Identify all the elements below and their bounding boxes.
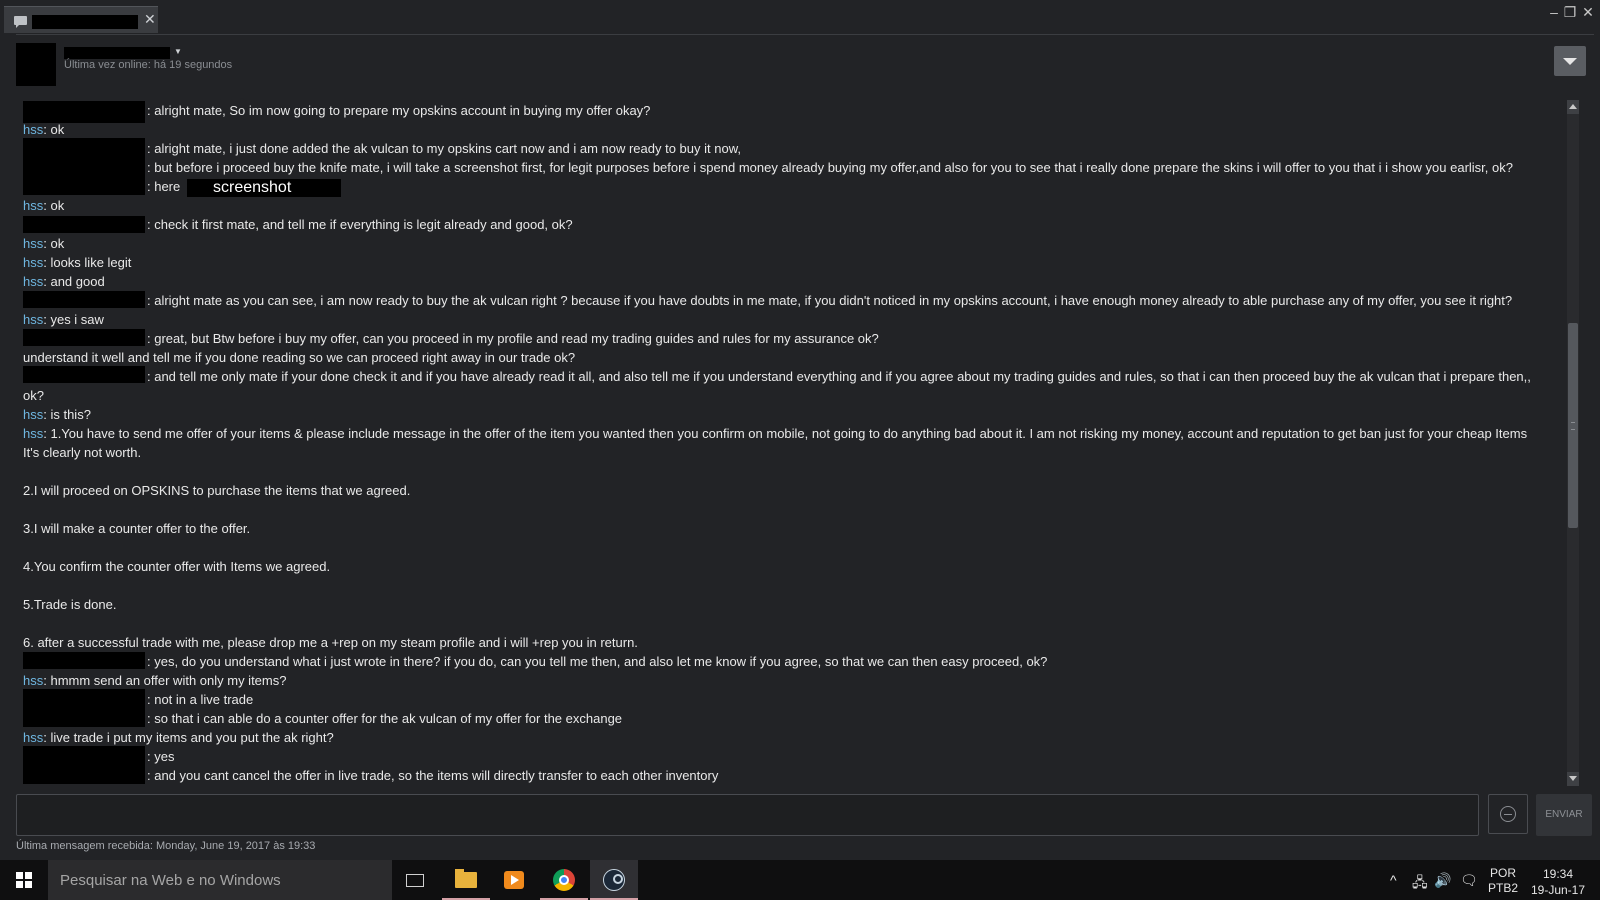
redacted-sender <box>23 101 145 123</box>
volume-icon[interactable]: 🔊 <box>1434 872 1451 889</box>
scroll-up-icon[interactable] <box>1567 100 1579 114</box>
chat-message: hss: is this? <box>23 407 91 422</box>
chat-message: : alright mate as you can see, i am now … <box>147 293 1513 308</box>
redacted-sender <box>23 291 145 308</box>
chat-message: hss: 1.You have to send me offer of your… <box>23 426 1528 441</box>
chat-message: : yes, do you understand what i just wro… <box>147 654 1048 669</box>
sender-nick[interactable]: hss <box>23 312 43 327</box>
screenshot-link[interactable]: screenshot <box>187 179 341 197</box>
clock-date: 19-Jun-17 <box>1530 883 1586 897</box>
start-button[interactable] <box>0 860 48 900</box>
network-icon[interactable]: 🖧 <box>1412 872 1428 896</box>
chrome-icon <box>553 869 575 891</box>
redacted-sender <box>23 689 145 727</box>
redacted-sender <box>23 329 145 346</box>
chat-message: : and you cant cancel the offer in live … <box>147 768 719 783</box>
chat-message: : alright mate, So im now going to prepa… <box>147 103 651 118</box>
sender-nick[interactable]: hss <box>23 673 43 688</box>
chat-message: : not in a live trade <box>147 692 254 707</box>
search-placeholder: Pesquisar na Web e no Windows <box>60 872 281 889</box>
redacted-sender <box>23 652 145 669</box>
steam-button[interactable] <box>590 860 638 900</box>
sender-nick[interactable]: hss <box>23 407 43 422</box>
notifications-icon[interactable]: 🗨 <box>1460 872 1478 889</box>
chat-message: hss: yes i saw <box>23 312 104 327</box>
chat-message: 3.I will make a counter offer to the off… <box>23 521 251 536</box>
chat-message: : so that i can able do a counter offer … <box>147 711 623 726</box>
chat-message: : check it first mate, and tell me if ev… <box>147 217 573 232</box>
last-message-received: Última mensagem recebida: Monday, June 1… <box>16 840 316 852</box>
scroll-down-icon[interactable] <box>1567 772 1579 786</box>
chat-message: hss: live trade i put my items and you p… <box>23 730 334 745</box>
sender-nick[interactable]: hss <box>23 426 43 441</box>
chat-message: hss: hmmm send an offer with only my ite… <box>23 673 287 688</box>
chat-message: : yes <box>147 749 175 764</box>
language-indicator[interactable]: POR PTB2 <box>1488 866 1518 896</box>
clock[interactable]: 19:34 19-Jun-17 <box>1528 866 1588 898</box>
chrome-button[interactable] <box>540 860 588 900</box>
redacted-sender <box>23 216 145 233</box>
restore-button[interactable]: ❐ <box>1562 4 1578 20</box>
chat-message: 5.Trade is done. <box>23 597 117 612</box>
redacted-sender <box>23 366 145 383</box>
task-view-button[interactable] <box>392 860 440 900</box>
chat-message: 4.You confirm the counter offer with Ite… <box>23 559 331 574</box>
sender-nick[interactable]: hss <box>23 274 43 289</box>
chat-message: : but before i proceed buy the knife mat… <box>147 160 1513 175</box>
chat-message: hss: ok <box>23 122 65 137</box>
media-player-icon <box>504 871 524 889</box>
chat-message: hss: ok <box>23 236 65 251</box>
chat-message: It's clearly not worth. <box>23 445 142 460</box>
language-code: POR <box>1490 866 1517 880</box>
chat-message: hss: and good <box>23 274 105 289</box>
close-button[interactable]: ✕ <box>1580 4 1596 20</box>
send-button[interactable]: ENVIAR <box>1536 794 1592 836</box>
taskbar: Pesquisar na Web e no Windows ^ 🖧 🔊 🗨 PO… <box>0 860 1600 900</box>
chat-log: : alright mate, So im now going to prepa… <box>0 0 1560 790</box>
chat-message: : great, but Btw before i buy my offer, … <box>147 331 879 346</box>
folder-icon <box>455 869 477 888</box>
taskbar-search[interactable]: Pesquisar na Web e no Windows <box>48 860 392 900</box>
chat-message: hss: ok <box>23 198 65 213</box>
chevron-down-icon <box>1563 58 1577 65</box>
chat-message: : here <box>147 179 181 194</box>
sender-nick[interactable]: hss <box>23 730 43 745</box>
sender-nick[interactable]: hss <box>23 198 43 213</box>
task-view-icon <box>406 874 424 887</box>
chat-message: : and tell me only mate if your done che… <box>147 369 1531 384</box>
sender-nick[interactable]: hss <box>23 122 43 137</box>
emoji-icon <box>1500 806 1516 822</box>
redacted-sender <box>23 138 145 195</box>
emoji-button[interactable] <box>1488 794 1528 834</box>
file-explorer-button[interactable] <box>442 860 490 900</box>
windows-logo-icon <box>16 872 32 888</box>
chat-message: hss: looks like legit <box>23 255 132 270</box>
chat-message: ok? <box>23 388 44 403</box>
media-player-button[interactable] <box>490 860 538 900</box>
chat-message: understand it well and tell me if you do… <box>23 350 576 365</box>
redacted-sender <box>23 746 145 784</box>
chat-message: : alright mate, i just done added the ak… <box>147 141 741 156</box>
scroll-grip-icon <box>1571 422 1575 430</box>
clock-time: 19:34 <box>1542 867 1574 881</box>
sender-nick[interactable]: hss <box>23 236 43 251</box>
tray-chevron-icon[interactable]: ^ <box>1390 872 1397 888</box>
message-input[interactable] <box>16 794 1479 836</box>
steam-icon <box>603 869 625 891</box>
keyboard-layout: PTB2 <box>1488 881 1519 895</box>
chat-message: 2.I will proceed on OPSKINS to purchase … <box>23 483 411 498</box>
chat-message: 6. after a successful trade with me, ple… <box>23 635 638 650</box>
sender-nick[interactable]: hss <box>23 255 43 270</box>
